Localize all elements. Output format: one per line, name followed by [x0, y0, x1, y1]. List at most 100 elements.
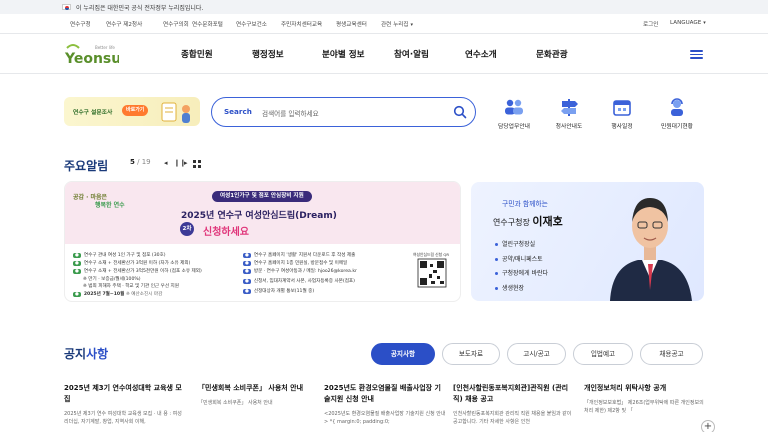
search-icon[interactable] [453, 105, 467, 119]
post-desc: 인천사할린동포복지회관 관리직 직원 채용을 붙임과 같이 공고합니다. 기타 … [453, 411, 572, 425]
survey-banner[interactable]: 연수구 설문조사 바로가기 [64, 97, 200, 126]
tab-legislation[interactable]: 입법예고 [573, 343, 633, 365]
survey-label: 연수구 설문조사 [73, 110, 113, 116]
banner-row: ※ 범죄 피해자 주택 · 학교 및 기관 인근 우선 지원 [83, 284, 179, 289]
banner-round-badge: 2차 [180, 222, 194, 236]
next-slide-icon[interactable]: ▸ [184, 159, 188, 167]
gnb-menu-field-info[interactable]: 분야별 정보 [322, 48, 365, 60]
board-post[interactable]: 「민생회복 소비쿠폰」 사용처 안내 「민생회복 소비쿠폰」 사용처 안내 [198, 383, 320, 407]
search-label: Search [224, 107, 252, 116]
banner-pill: 여성1인가구 및 점포 안심장비 지원 [212, 191, 312, 202]
util-link-council[interactable]: 연수구의회 [163, 20, 189, 28]
language-select[interactable]: LANGUAGE ▾ [670, 20, 706, 26]
quick-link-office-map[interactable]: 청사안내도 [546, 97, 592, 130]
banner-row: ※ 만기 · 보증금/월세(100%) [83, 277, 141, 282]
mayor-portrait-icon [610, 198, 692, 301]
banner-tag: ● [73, 261, 81, 266]
tab-announcements[interactable]: 고시/공고 [507, 343, 566, 365]
quick-link-label: 민원대기현황 [661, 124, 693, 130]
gnb-menu-culture-tour[interactable]: 문화관광 [536, 48, 568, 60]
board-post[interactable]: [인천사할린동포복지회관]관직원 (관리직) 채용 공고 인천사할린동포복지회관… [453, 383, 575, 426]
board-title: 공지사항 [64, 345, 108, 362]
mayor-link-field-news[interactable]: 생생현장 [495, 283, 524, 292]
caret-down-icon: ▾ [703, 20, 706, 26]
board-post[interactable]: 개인정보처리 위탁사항 공개 「개인정보보호법」 제26조(업무위탁에 따른 개… [584, 383, 706, 415]
mayor-link-open-office[interactable]: 열린구청장실 [495, 239, 535, 248]
post-title: 개인정보처리 위탁사항 공개 [584, 384, 667, 392]
logo-subtext: Better life [95, 45, 115, 50]
banner-row: ● 선정대상자 개별 통보(11월 중) [243, 289, 315, 294]
post-desc: 2025년 제3기 연수 여성대학 교육생 모집 · 내 용 : 여성 리더십,… [64, 411, 182, 425]
util-link-culture-portal[interactable]: 연수문화포털 [192, 20, 223, 28]
board-post[interactable]: 2025년도 환경오염물질 배출사업장 기술지원 신청 안내 <2025년도 환… [324, 383, 446, 426]
post-desc: 「개인정보보호법」 제26조(업무위탁에 따른 개인정보의 처리 제한) 제2항… [584, 400, 704, 414]
signpost-icon [561, 99, 578, 116]
quick-link-label: 청사안내도 [555, 124, 583, 130]
tab-notices[interactable]: 공지사항 [371, 343, 435, 365]
yeonsu-logo[interactable]: Yeonsu Better life [63, 42, 119, 68]
mayor-title: 연수구청장 이재호 [493, 213, 563, 229]
title-part-a: 주요 [64, 159, 87, 173]
global-navigation: Yeonsu Better life 종합민원 행정정보 분야별 정보 참여·알… [0, 34, 768, 74]
gnb-menu-civil-service[interactable]: 종합민원 [181, 48, 213, 60]
gov-official-bar: 이 누리집은 대한민국 공식 전자정부 누리집입니다. [0, 0, 768, 14]
search-input[interactable]: 검색어를 입력하세요 [262, 108, 319, 118]
post-title: 「민생회복 소비쿠폰」 사용처 안내 [198, 384, 304, 392]
banner-call-to-action: 신청하세요 [203, 227, 249, 238]
util-link-second-office[interactable]: 연수구 제2청사 [106, 20, 142, 28]
login-link[interactable]: 로그인 [643, 20, 658, 28]
quick-link-events-schedule[interactable]: 행사일정 [599, 97, 645, 130]
quick-link-label: 담당업무안내 [498, 124, 530, 130]
post-title: 2025년 제3기 연수여성대학 교육생 모집 [64, 384, 182, 403]
qr-code-icon[interactable] [415, 252, 449, 296]
language-label: LANGUAGE [670, 20, 702, 26]
survey-go-button[interactable]: 바로가기 [122, 105, 149, 116]
main-notice-heading: 주요알림 [64, 155, 108, 174]
tab-recruitment[interactable]: 채용공고 [640, 343, 703, 365]
quick-link-staff-directory[interactable]: 담당업무안내 [491, 97, 537, 130]
menu-hamburger-icon[interactable] [690, 50, 703, 59]
calendar-icon [613, 100, 631, 116]
banner-tag: ● [73, 253, 81, 258]
post-desc: 「민생회복 소비쿠폰」 사용처 안내 [198, 400, 273, 406]
banner-row: ● 2025년 7월~10월 ※ 예산소진시 마감 [73, 292, 163, 297]
board-post[interactable]: 2025년 제3기 연수여성대학 교육생 모집 2025년 제3기 연수 여성대… [64, 383, 186, 426]
post-title: 2025년도 환경오염물질 배출사업장 기술지원 신청 안내 [324, 384, 441, 403]
mayor-link-suggestions[interactable]: 구청장에게 바란다 [495, 268, 548, 277]
gnb-menu-participation[interactable]: 참여·알림 [394, 48, 429, 60]
quick-link-civil-wait-status[interactable]: 민원대기현황 [654, 97, 700, 130]
util-link-community-center[interactable]: 주민자치센터교육 [281, 20, 322, 28]
board-title-a: 공지 [64, 347, 87, 361]
banner-brand-line2: 행복한 연수 [95, 202, 125, 209]
board-title-b: 사항 [86, 347, 109, 361]
related-sites-label: 관련 누리집 [381, 22, 409, 28]
mayor-name: 이재호 [532, 215, 563, 228]
banner-row: ● 연수구 관내 여성 1인 가구 및 점포 (30호) [73, 253, 166, 258]
banner-row: ● 신청서, 임대차계약서 사본, 사업자등록증 사본(점포) [243, 279, 355, 284]
banner-row: ● 방문 · 연수구 여성아동과 / 메일: hjoo26@korea.kr [243, 269, 357, 274]
banner-tag: ● [73, 269, 81, 274]
mayor-link-pledges[interactable]: 공약/매니페스토 [495, 254, 543, 263]
prev-slide-icon[interactable]: ◂ [164, 159, 168, 167]
gnb-menu-about[interactable]: 연수소개 [465, 48, 497, 60]
banner-tag: ● [243, 279, 251, 284]
util-link-lifelong-education[interactable]: 평생교육센터 [336, 20, 367, 28]
utility-bar: 연수구청 연수구 제2청사 연수구의회 연수문화포털 연수구보건소 주민자치센터… [0, 14, 768, 34]
util-link-yeonsu-office[interactable]: 연수구청 [70, 20, 91, 28]
more-plus-icon[interactable]: + [701, 420, 715, 432]
post-title: [인천사할린동포복지회관]관직원 (관리직) 채용 공고 [453, 384, 569, 403]
mayor-card: 구민과 함께하는 연수구청장 이재호 열린구청장실 공약/매니페스토 구청장에게… [471, 182, 704, 301]
util-link-health-center[interactable]: 연수구보건소 [236, 20, 267, 28]
mayor-tagline: 구민과 함께하는 [502, 200, 548, 208]
banner-row: ● 연수구 홈페이지 '생활' 지원서 다운로드 후 작성 제출 [243, 253, 356, 258]
pager-total: 19 [141, 158, 151, 166]
notice-banner-slide[interactable]: 공감 · 마음은 행복한 연수 여성1인가구 및 점포 안심장비 지원 2025… [64, 181, 461, 302]
survey-illustration-icon [161, 102, 190, 123]
pager-current: 5 [130, 158, 135, 166]
gnb-menu-admin-info[interactable]: 행정정보 [252, 48, 284, 60]
banner-tag: ● [243, 269, 251, 274]
banner-headline: 2025년 연수구 여성안심드림(Dream) [181, 211, 337, 221]
tab-press-release[interactable]: 보도자료 [442, 343, 500, 365]
util-link-related-sites[interactable]: 관련 누리집 ▾ [381, 20, 413, 28]
grid-view-icon[interactable] [193, 160, 201, 168]
